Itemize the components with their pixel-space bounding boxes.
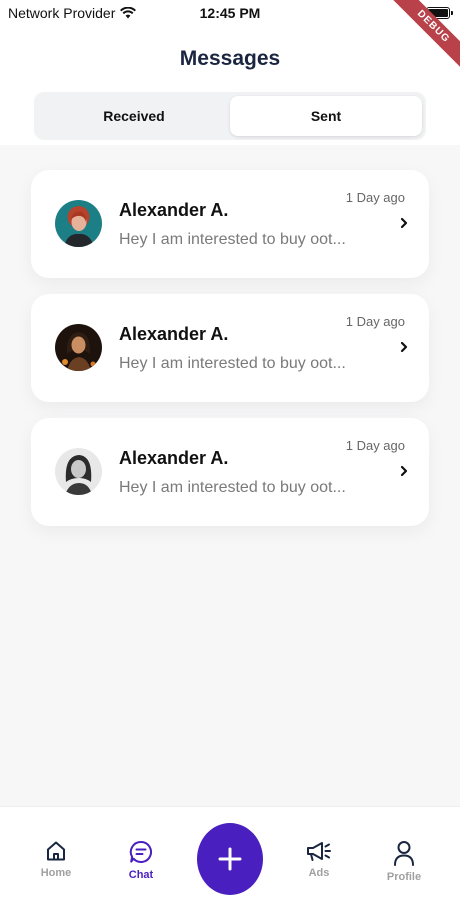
nav-home-label: Home xyxy=(40,867,72,879)
debug-banner: DEBUG xyxy=(370,0,460,90)
nav-ads-label: Ads xyxy=(308,867,330,879)
nav-profile[interactable]: Profile xyxy=(369,839,439,883)
sender-name: Alexander A. xyxy=(119,324,229,344)
chat-icon xyxy=(129,840,152,863)
message-card[interactable]: Alexander A. Hey I am interested to buy … xyxy=(31,170,429,278)
tab-sent[interactable]: Sent xyxy=(230,96,422,136)
avatar xyxy=(55,448,102,495)
home-icon xyxy=(47,841,65,861)
sender-name: Alexander A. xyxy=(119,448,229,468)
nav-ads[interactable]: Ads xyxy=(284,839,354,879)
bottom-nav: Home Chat Ads Profile xyxy=(0,806,460,900)
profile-icon xyxy=(394,841,414,866)
avatar xyxy=(55,324,102,371)
chevron-right-icon xyxy=(400,341,408,353)
chevron-right-icon xyxy=(400,465,408,477)
debug-banner-label: DEBUG xyxy=(387,0,460,73)
nav-chat-label: Chat xyxy=(128,869,154,881)
message-time: 1 Day ago xyxy=(345,438,405,453)
add-button[interactable] xyxy=(197,823,263,895)
tab-switcher: Received Sent xyxy=(34,92,426,140)
sender-name: Alexander A. xyxy=(119,200,229,220)
message-list: Alexander A. Hey I am interested to buy … xyxy=(31,170,429,542)
message-preview: Hey I am interested to buy oot... xyxy=(119,231,346,248)
nav-profile-label: Profile xyxy=(386,871,422,883)
message-card[interactable]: Alexander A. Hey I am interested to buy … xyxy=(31,294,429,402)
message-time: 1 Day ago xyxy=(345,314,405,329)
chevron-right-icon xyxy=(400,217,408,229)
message-card[interactable]: Alexander A. Hey I am interested to buy … xyxy=(31,418,429,526)
megaphone-icon xyxy=(307,842,331,861)
nav-chat[interactable]: Chat xyxy=(106,839,176,881)
avatar xyxy=(55,200,102,247)
plus-icon xyxy=(218,847,242,871)
tab-received[interactable]: Received xyxy=(38,96,230,136)
nav-home[interactable]: Home xyxy=(21,839,91,879)
message-time: 1 Day ago xyxy=(345,190,405,205)
message-preview: Hey I am interested to buy oot... xyxy=(119,479,346,496)
message-preview: Hey I am interested to buy oot... xyxy=(119,355,346,372)
